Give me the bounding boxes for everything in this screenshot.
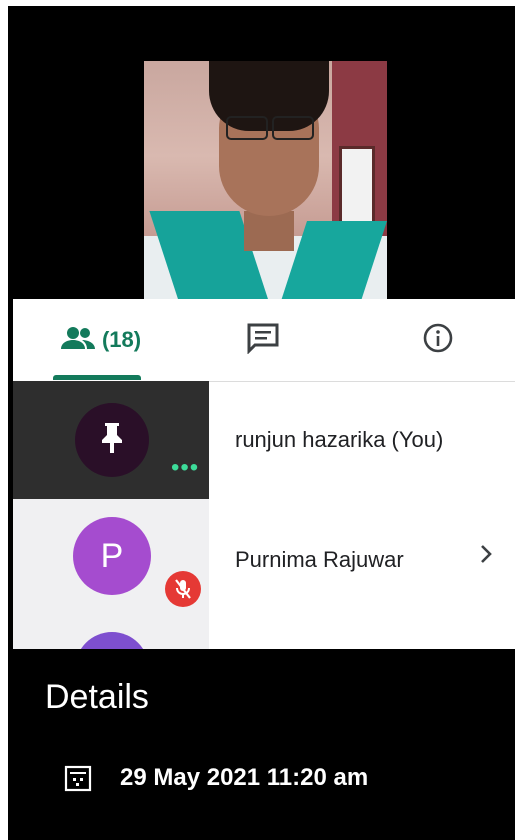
details-heading: Details xyxy=(45,678,149,716)
panel-tabs: (18) xyxy=(13,299,515,382)
meeting-datetime: 29 May 2021 11:20 am xyxy=(120,764,369,791)
participant-name: Purnima Rajuwar xyxy=(235,547,404,572)
participant-tile: P xyxy=(13,499,209,649)
people-panel: (18) ••• runjun hazarika (You) P Purnima… xyxy=(13,299,515,649)
chevron-right-icon[interactable] xyxy=(479,543,493,570)
tab-info[interactable] xyxy=(393,299,483,381)
video-glasses xyxy=(224,116,314,140)
video-background-door xyxy=(339,146,375,232)
participant-tile: ••• xyxy=(13,381,209,499)
meeting-screen: (18) ••• runjun hazarika (You) P Purnima… xyxy=(8,6,515,840)
participant-video[interactable] xyxy=(144,61,387,299)
info-icon xyxy=(422,322,454,359)
calendar-icon xyxy=(64,764,92,797)
participant-row-you[interactable]: ••• runjun hazarika (You) xyxy=(13,381,515,499)
chat-icon xyxy=(246,322,280,359)
avatar: P xyxy=(73,517,151,595)
participant-row-purnima[interactable]: P Purnima Rajuwar xyxy=(13,499,515,649)
participant-name: runjun hazarika (You) xyxy=(235,427,444,452)
tab-people[interactable]: (18) xyxy=(33,299,168,381)
participant-count: (18) xyxy=(101,327,142,352)
tab-chat[interactable] xyxy=(218,299,308,381)
pin-icon xyxy=(99,421,125,460)
more-dots-icon[interactable]: ••• xyxy=(171,456,199,480)
mic-off-icon xyxy=(165,571,201,607)
avatar xyxy=(75,403,149,477)
active-tab-indicator xyxy=(53,375,141,380)
people-icon xyxy=(60,326,96,355)
avatar xyxy=(75,632,149,649)
video-neck xyxy=(244,211,294,251)
